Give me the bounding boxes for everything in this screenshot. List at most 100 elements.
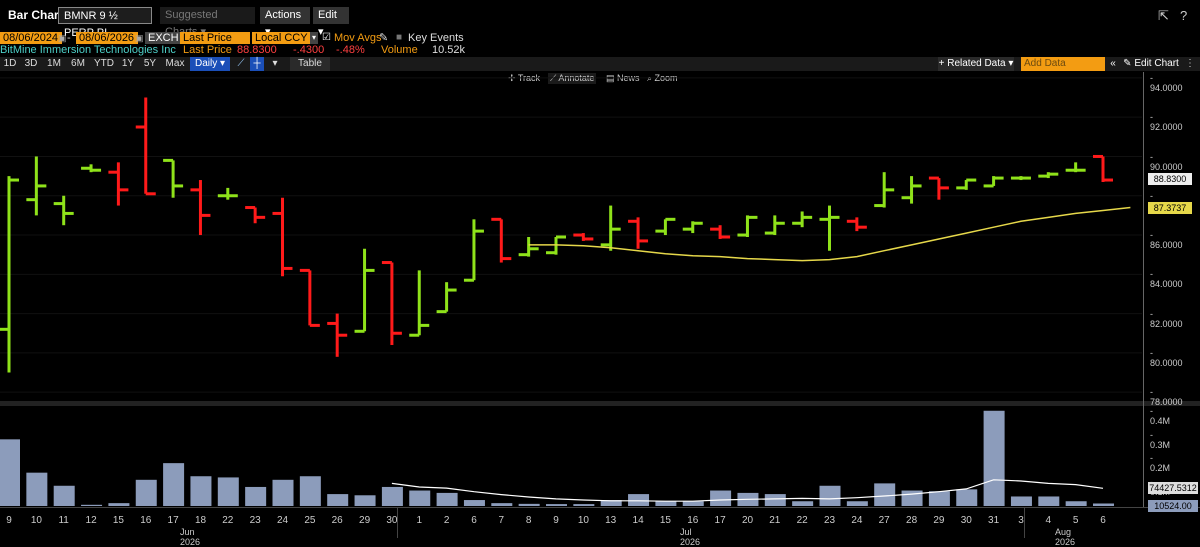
exch-field[interactable]: EXCH	[145, 32, 182, 44]
collapse-icon[interactable]: «	[1107, 57, 1119, 71]
price-tag: 88.8300	[1148, 173, 1192, 186]
month-label: Aug 2026	[1055, 527, 1076, 547]
ohlc-bar	[518, 237, 539, 257]
x-tick-label: 29	[359, 515, 371, 526]
more-icon[interactable]: ⋮	[1184, 57, 1196, 71]
volume-bar	[846, 501, 868, 506]
x-tick-label: 22	[796, 515, 808, 526]
suggested-charts-button[interactable]: Suggested Charts ▾	[160, 7, 255, 38]
ohlc-bar	[299, 268, 320, 327]
chevron-down-icon[interactable]: ▾	[310, 32, 318, 44]
x-tick-label: 27	[878, 515, 890, 526]
x-tick-label: 5	[1072, 515, 1079, 526]
timeframe-max[interactable]: Max	[163, 57, 187, 71]
volume-bar	[1010, 496, 1032, 506]
x-tick-label: 8	[525, 515, 532, 526]
mov-avgs-label[interactable]: Mov Avgs	[334, 32, 382, 44]
volume-bar	[956, 489, 978, 506]
timeframe-6m[interactable]: 6M	[68, 57, 88, 71]
actions-menu[interactable]: Actions ▾	[260, 7, 310, 38]
volume-bar	[628, 494, 650, 506]
ohlc-bar	[108, 162, 129, 206]
volume-tag: 74427.5312	[1148, 482, 1198, 495]
volume-bar	[409, 490, 431, 506]
price-tag: 87.3737	[1148, 202, 1192, 215]
y-axis-line	[1143, 72, 1144, 508]
x-tick-label: 13	[605, 515, 617, 526]
timeframe-1m[interactable]: 1M	[44, 57, 64, 71]
ohlc-bar	[491, 217, 512, 263]
volume-bar	[0, 439, 20, 506]
x-tick-label: 16	[687, 515, 699, 526]
volume-bar	[108, 503, 130, 506]
line-chart-icon[interactable]: ⟋	[234, 57, 248, 71]
volume-bar	[272, 479, 294, 506]
volume-bar	[463, 500, 485, 506]
volume-bar	[983, 410, 1005, 506]
add-data-input[interactable]: Add Data	[1021, 57, 1105, 71]
volume-bar	[546, 504, 567, 506]
table-button[interactable]: Table	[290, 57, 330, 71]
ohlc-bar	[792, 211, 813, 228]
y-tick-label: - 92.0000	[1150, 112, 1183, 133]
checkbox-unchecked-icon[interactable]: ■	[396, 32, 402, 44]
volume-chart[interactable]	[0, 406, 1142, 506]
key-events-label[interactable]: Key Events	[408, 32, 464, 44]
month-label: Jun 2026	[180, 527, 201, 547]
volume-bar	[491, 503, 513, 506]
x-tick-label: 2	[443, 515, 450, 526]
checkbox-checked-icon[interactable]: ☑	[322, 32, 331, 44]
timeframe-1d[interactable]: 1D	[2, 57, 18, 71]
x-tick-label: 10	[30, 515, 42, 526]
price-chart[interactable]	[0, 72, 1142, 402]
page-title: Bar Chart	[8, 8, 63, 22]
calendar-icon[interactable]: ▣	[135, 32, 144, 44]
volume-tick-label: - 0.2M	[1150, 453, 1171, 474]
volume-bar	[1038, 496, 1060, 506]
period-dropdown[interactable]: Daily ▾	[190, 57, 230, 71]
x-tick-label: 11	[58, 515, 69, 526]
volume-tick-label: - 0.3M	[1150, 429, 1171, 450]
volume-value: 10.52k	[432, 44, 466, 56]
edit-chart-button[interactable]: ✎ Edit Chart	[1122, 57, 1180, 71]
x-tick-label: 21	[769, 515, 781, 526]
ticker-field[interactable]: BMNR 9 ½ PERP PI	[58, 7, 152, 39]
price-field-dropdown[interactable]: Last Price	[180, 32, 250, 44]
related-data-button[interactable]: + Related Data ▾	[938, 57, 1014, 71]
currency-dropdown[interactable]: Local CCY	[252, 32, 313, 44]
y-tick-label: - 82.0000	[1150, 308, 1183, 329]
volume-bar	[874, 483, 896, 506]
volume-bar	[655, 501, 677, 506]
export-icon[interactable]: ⇱	[1158, 8, 1169, 24]
timeframe-ytd[interactable]: YTD	[92, 57, 116, 71]
end-date-field[interactable]: 08/06/2026	[76, 32, 138, 44]
ohlc-bar	[1065, 162, 1086, 173]
bar-type-icon[interactable]: ┼	[250, 57, 264, 71]
volume-bar	[163, 463, 185, 506]
x-tick-label: 29	[933, 515, 945, 526]
x-tick-label: 6	[1100, 515, 1106, 526]
chevron-down-icon[interactable]: ▾	[270, 57, 280, 71]
x-tick-label: 15	[659, 515, 671, 526]
date-separator: -	[67, 32, 71, 44]
volume-bar	[26, 472, 48, 506]
volume-bar	[354, 495, 376, 506]
x-tick-label: 23	[823, 515, 836, 526]
timeframe-3d[interactable]: 3D	[22, 57, 40, 71]
calendar-icon[interactable]: ▣	[58, 32, 67, 44]
x-tick-label: 26	[331, 515, 343, 526]
x-tick-label: 17	[714, 515, 726, 526]
pencil-icon[interactable]: ✎	[379, 32, 388, 44]
ohlc-bar	[26, 156, 47, 216]
x-tick-label: 24	[276, 515, 289, 526]
timeframe-5y[interactable]: 5Y	[141, 57, 159, 71]
timeframe-1y[interactable]: 1Y	[119, 57, 137, 71]
start-date-field[interactable]: 08/06/2024	[0, 32, 62, 44]
edit-menu[interactable]: Edit ▾	[313, 7, 349, 38]
x-tick-label: 4	[1045, 515, 1052, 526]
x-tick-label: 28	[906, 515, 918, 526]
ohlc-bar	[956, 178, 977, 190]
volume-bar	[381, 486, 403, 506]
x-tick-label: 17	[167, 515, 179, 526]
help-icon[interactable]: ?	[1180, 8, 1187, 23]
